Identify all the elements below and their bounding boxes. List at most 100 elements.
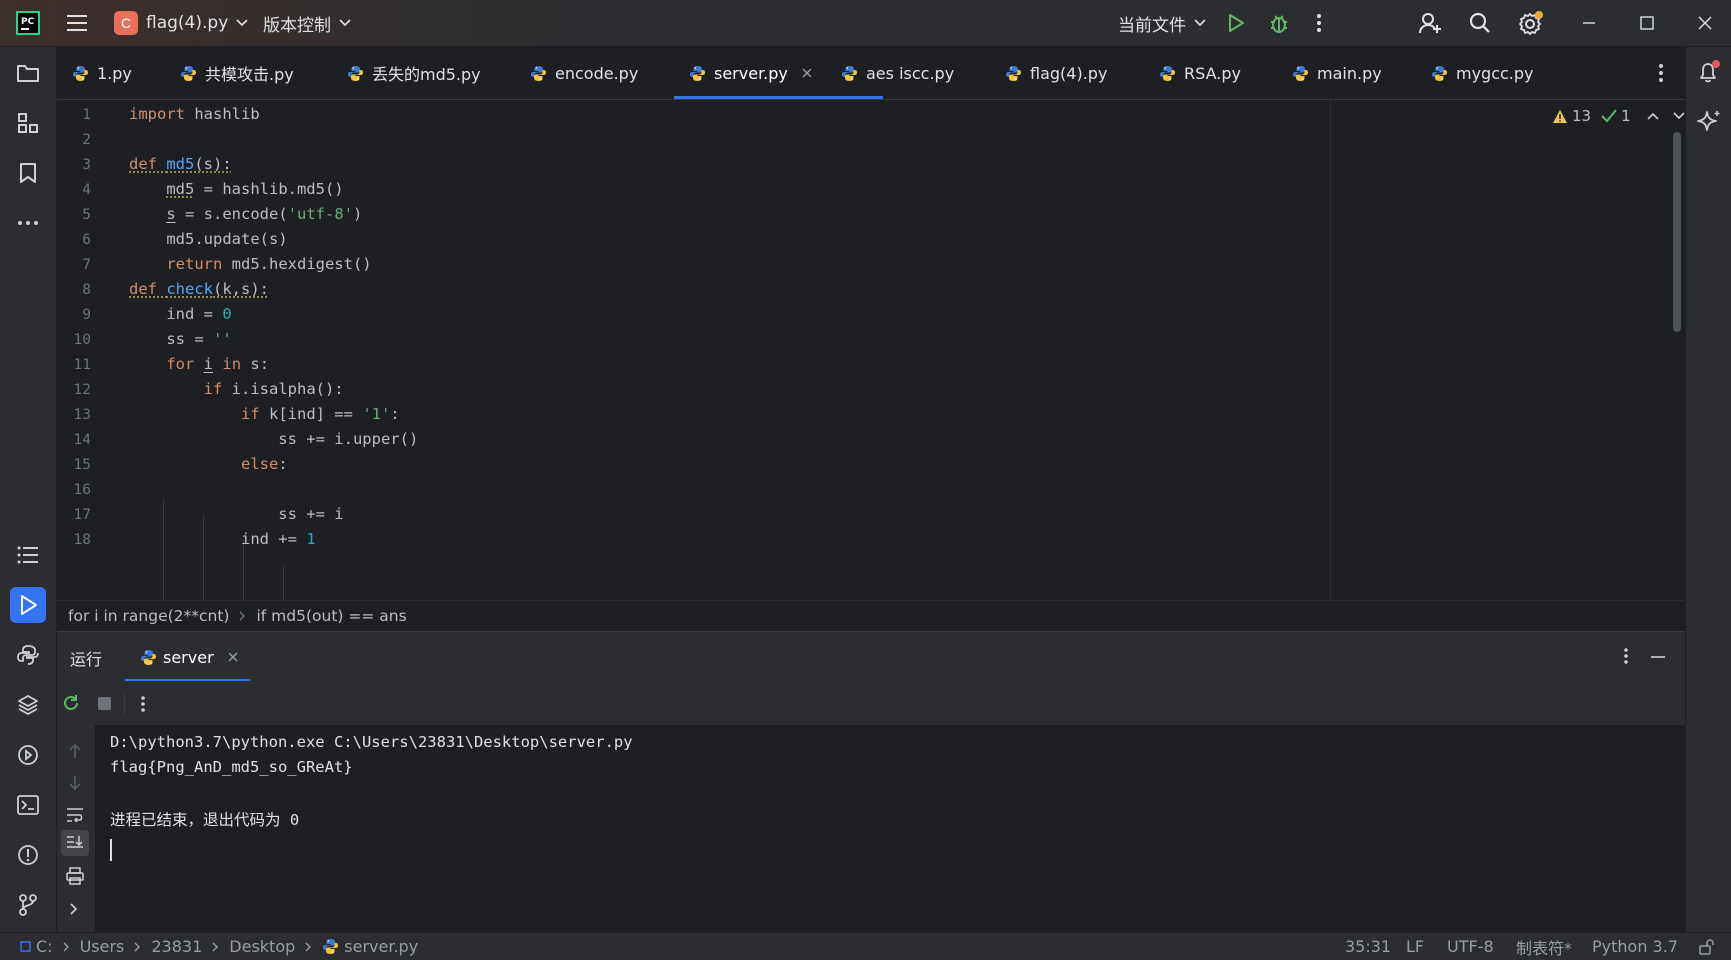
vcs-menu[interactable]: 版本控制 bbox=[263, 0, 351, 46]
run-panel-options-icon[interactable] bbox=[1623, 647, 1629, 665]
run-button[interactable] bbox=[1226, 0, 1246, 46]
line-number[interactable]: 2 bbox=[51, 132, 91, 148]
rerun-icon[interactable] bbox=[61, 693, 81, 713]
bookmarks-icon[interactable] bbox=[10, 155, 46, 191]
tab-rsa-py[interactable]: RSA.py bbox=[1159, 47, 1241, 99]
line-number[interactable]: 9 bbox=[51, 307, 91, 323]
services-icon[interactable] bbox=[10, 737, 46, 773]
python-file-icon bbox=[347, 65, 364, 82]
path-item: Desktop bbox=[229, 937, 296, 956]
todo-list-icon[interactable] bbox=[10, 537, 46, 573]
add-user-icon[interactable] bbox=[1418, 0, 1442, 46]
python-packages-icon[interactable] bbox=[10, 637, 46, 673]
line-number[interactable]: 7 bbox=[51, 257, 91, 273]
more-options-icon[interactable] bbox=[140, 695, 146, 713]
line-number[interactable]: 8 bbox=[51, 282, 91, 298]
run-configuration-selector[interactable]: 当前文件 bbox=[1118, 0, 1206, 46]
line-number[interactable]: 4 bbox=[51, 182, 91, 198]
line-number[interactable]: 13 bbox=[51, 407, 91, 423]
maximize-window-icon[interactable] bbox=[1640, 0, 1654, 46]
vcs-label: 版本控制 bbox=[263, 15, 331, 36]
debug-button[interactable] bbox=[1268, 0, 1290, 46]
python-file-icon bbox=[322, 938, 339, 955]
run-tool-window-icon[interactable] bbox=[10, 587, 46, 623]
tab-gongmo-attack-py[interactable]: 共模攻击.py bbox=[180, 47, 294, 99]
soft-wrap-icon[interactable] bbox=[66, 807, 84, 823]
tab-1-py[interactable]: 1.py bbox=[72, 47, 132, 99]
caret-position[interactable]: 35:31 bbox=[1345, 933, 1391, 960]
tab-label: main.py bbox=[1317, 63, 1382, 83]
close-tab-icon[interactable] bbox=[228, 652, 238, 662]
line-number[interactable]: 10 bbox=[51, 332, 91, 348]
scroll-up-icon[interactable] bbox=[68, 743, 82, 759]
line-number[interactable]: 6 bbox=[51, 232, 91, 248]
chevron-right-icon[interactable] bbox=[70, 903, 78, 915]
lock-icon[interactable] bbox=[1698, 933, 1714, 960]
tab-options-icon[interactable] bbox=[1658, 63, 1664, 83]
tab-aes-iscc-py[interactable]: aes iscc.py bbox=[841, 47, 954, 99]
breadcrumb-item[interactable]: for i in range(2**cnt) bbox=[68, 607, 229, 625]
close-tab-icon[interactable] bbox=[802, 68, 812, 78]
line-number[interactable]: 5 bbox=[51, 207, 91, 223]
settings-gear-icon[interactable] bbox=[1518, 0, 1544, 46]
next-highlight-icon[interactable] bbox=[1673, 112, 1685, 120]
more-tool-windows-icon[interactable] bbox=[10, 205, 46, 241]
tab-main-py[interactable]: main.py bbox=[1292, 47, 1382, 99]
run-config-label: 当前文件 bbox=[1118, 15, 1186, 36]
console-output[interactable]: D:\python3.7\python.exe C:\Users\23831\D… bbox=[95, 725, 1685, 932]
search-icon[interactable] bbox=[1469, 0, 1491, 46]
editor-scrollbar[interactable] bbox=[1673, 132, 1681, 332]
line-number[interactable]: 3 bbox=[51, 157, 91, 173]
terminal-icon[interactable] bbox=[10, 787, 46, 823]
project-folder-icon[interactable] bbox=[10, 55, 46, 91]
problems-icon[interactable] bbox=[10, 837, 46, 873]
notifications-bell-icon[interactable] bbox=[1696, 59, 1722, 85]
line-number[interactable]: 14 bbox=[51, 432, 91, 448]
svg-text:PC: PC bbox=[21, 17, 35, 27]
file-encoding[interactable]: UTF-8 bbox=[1447, 933, 1494, 960]
line-number[interactable]: 11 bbox=[51, 357, 91, 373]
python-file-icon bbox=[841, 65, 858, 82]
git-branch-icon[interactable] bbox=[10, 887, 46, 923]
chevron-down-icon bbox=[339, 19, 351, 27]
line-separator[interactable]: LF bbox=[1406, 933, 1424, 960]
project-selector[interactable]: C flag(4).py bbox=[114, 0, 248, 46]
tab-server-run[interactable]: server bbox=[140, 632, 238, 682]
breadcrumb-item[interactable]: if md5(out) == ans bbox=[256, 607, 406, 625]
left-tool-window-bar bbox=[0, 47, 57, 959]
structure-icon[interactable] bbox=[10, 105, 46, 141]
minimize-window-icon[interactable] bbox=[1582, 0, 1596, 46]
line-number[interactable]: 17 bbox=[51, 507, 91, 523]
python-file-icon bbox=[689, 65, 706, 82]
tab-encode-py[interactable]: encode.py bbox=[530, 47, 638, 99]
line-number[interactable]: 18 bbox=[51, 532, 91, 548]
line-number[interactable]: 15 bbox=[51, 457, 91, 473]
tab-server-py[interactable]: server.py bbox=[689, 47, 812, 99]
hide-panel-icon[interactable] bbox=[1650, 650, 1666, 664]
tab-label: encode.py bbox=[555, 63, 639, 83]
layers-icon[interactable] bbox=[10, 687, 46, 723]
line-number[interactable]: 12 bbox=[51, 382, 91, 398]
tab-lost-md5-py[interactable]: 丢失的md5.py bbox=[347, 47, 481, 99]
more-actions-icon[interactable] bbox=[1316, 0, 1322, 46]
scroll-down-icon[interactable] bbox=[68, 775, 82, 791]
navigation-path[interactable]: C: Users 23831 Desktop server.py bbox=[20, 933, 418, 960]
print-icon[interactable] bbox=[66, 867, 84, 885]
code-editor[interactable]: 1 2 3 4 5 6 7 8 9 10 11 12 13 14 15 16 17 18 import hashl… bbox=[57, 100, 1685, 600]
tab-flag4-py[interactable]: flag(4).py bbox=[1005, 47, 1107, 99]
previous-highlight-icon[interactable] bbox=[1647, 112, 1659, 120]
ai-assistant-sparkle-icon[interactable] bbox=[1696, 109, 1722, 135]
main-menu-icon[interactable] bbox=[66, 0, 88, 46]
line-number[interactable]: 16 bbox=[51, 482, 91, 498]
python-interpreter[interactable]: Python 3.7 bbox=[1592, 933, 1678, 960]
inspection-widget[interactable]: 13 1 bbox=[1552, 107, 1685, 125]
chevron-right-icon bbox=[212, 942, 219, 951]
line-number[interactable]: 1 bbox=[51, 107, 91, 123]
scroll-to-end-icon[interactable] bbox=[61, 830, 89, 856]
stop-icon[interactable] bbox=[97, 696, 112, 711]
close-window-icon[interactable] bbox=[1698, 0, 1712, 46]
pycharm-logo-icon[interactable]: PC bbox=[16, 0, 40, 46]
project-name: flag(4).py bbox=[146, 13, 229, 33]
indent-setting[interactable]: 制表符* bbox=[1516, 933, 1572, 960]
tab-mygcc-py[interactable]: mygcc.py bbox=[1431, 47, 1534, 99]
